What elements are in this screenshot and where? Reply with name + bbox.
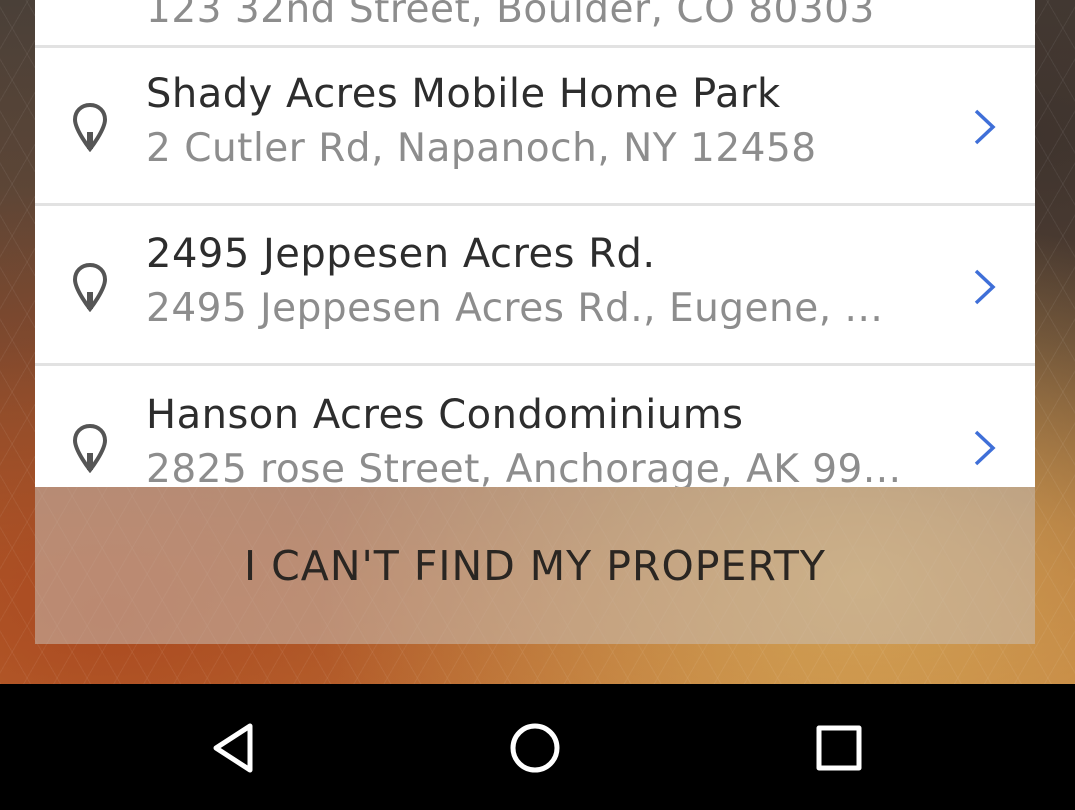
map-pin-icon: [72, 423, 108, 473]
list-item-title: Shady Acres Mobile Home Park: [146, 71, 781, 117]
list-item[interactable]: 123 32nd Street, Boulder, CO 80303: [35, 0, 1035, 48]
screen: 123 32nd Street, Boulder, CO 80303 Shady…: [0, 0, 1075, 810]
recent-apps-square-icon[interactable]: [811, 720, 867, 776]
list-item[interactable]: Shady Acres Mobile Home Park 2 Cutler Rd…: [35, 48, 1035, 206]
map-pin-icon: [72, 262, 108, 312]
list-item-address: 2825 rose Street, Anchorage, AK 99...: [146, 447, 902, 487]
list-item[interactable]: 2495 Jeppesen Acres Rd. 2495 Jeppesen Ac…: [35, 208, 1035, 366]
chevron-right-icon: [974, 269, 996, 305]
property-results-list[interactable]: 123 32nd Street, Boulder, CO 80303 Shady…: [35, 0, 1035, 487]
list-item-title: 2495 Jeppesen Acres Rd.: [146, 231, 656, 277]
home-circle-icon[interactable]: [507, 720, 563, 776]
back-triangle-icon[interactable]: [206, 720, 262, 776]
list-item[interactable]: Hanson Acres Condominiums 2825 rose Stre…: [35, 369, 1035, 487]
chevron-right-icon: [974, 430, 996, 466]
cant-find-property-button[interactable]: I CAN'T FIND MY PROPERTY: [35, 487, 1035, 644]
list-item-address: 2 Cutler Rd, Napanoch, NY 12458: [146, 126, 817, 171]
list-item-address: 2495 Jeppesen Acres Rd., Eugene, ...: [146, 286, 884, 331]
chevron-right-icon: [974, 109, 996, 145]
list-item-address: 123 32nd Street, Boulder, CO 80303: [146, 0, 875, 32]
list-item-title: Hanson Acres Condominiums: [146, 392, 744, 438]
map-pin-icon: [72, 102, 108, 152]
android-nav-bar: [0, 684, 1075, 810]
